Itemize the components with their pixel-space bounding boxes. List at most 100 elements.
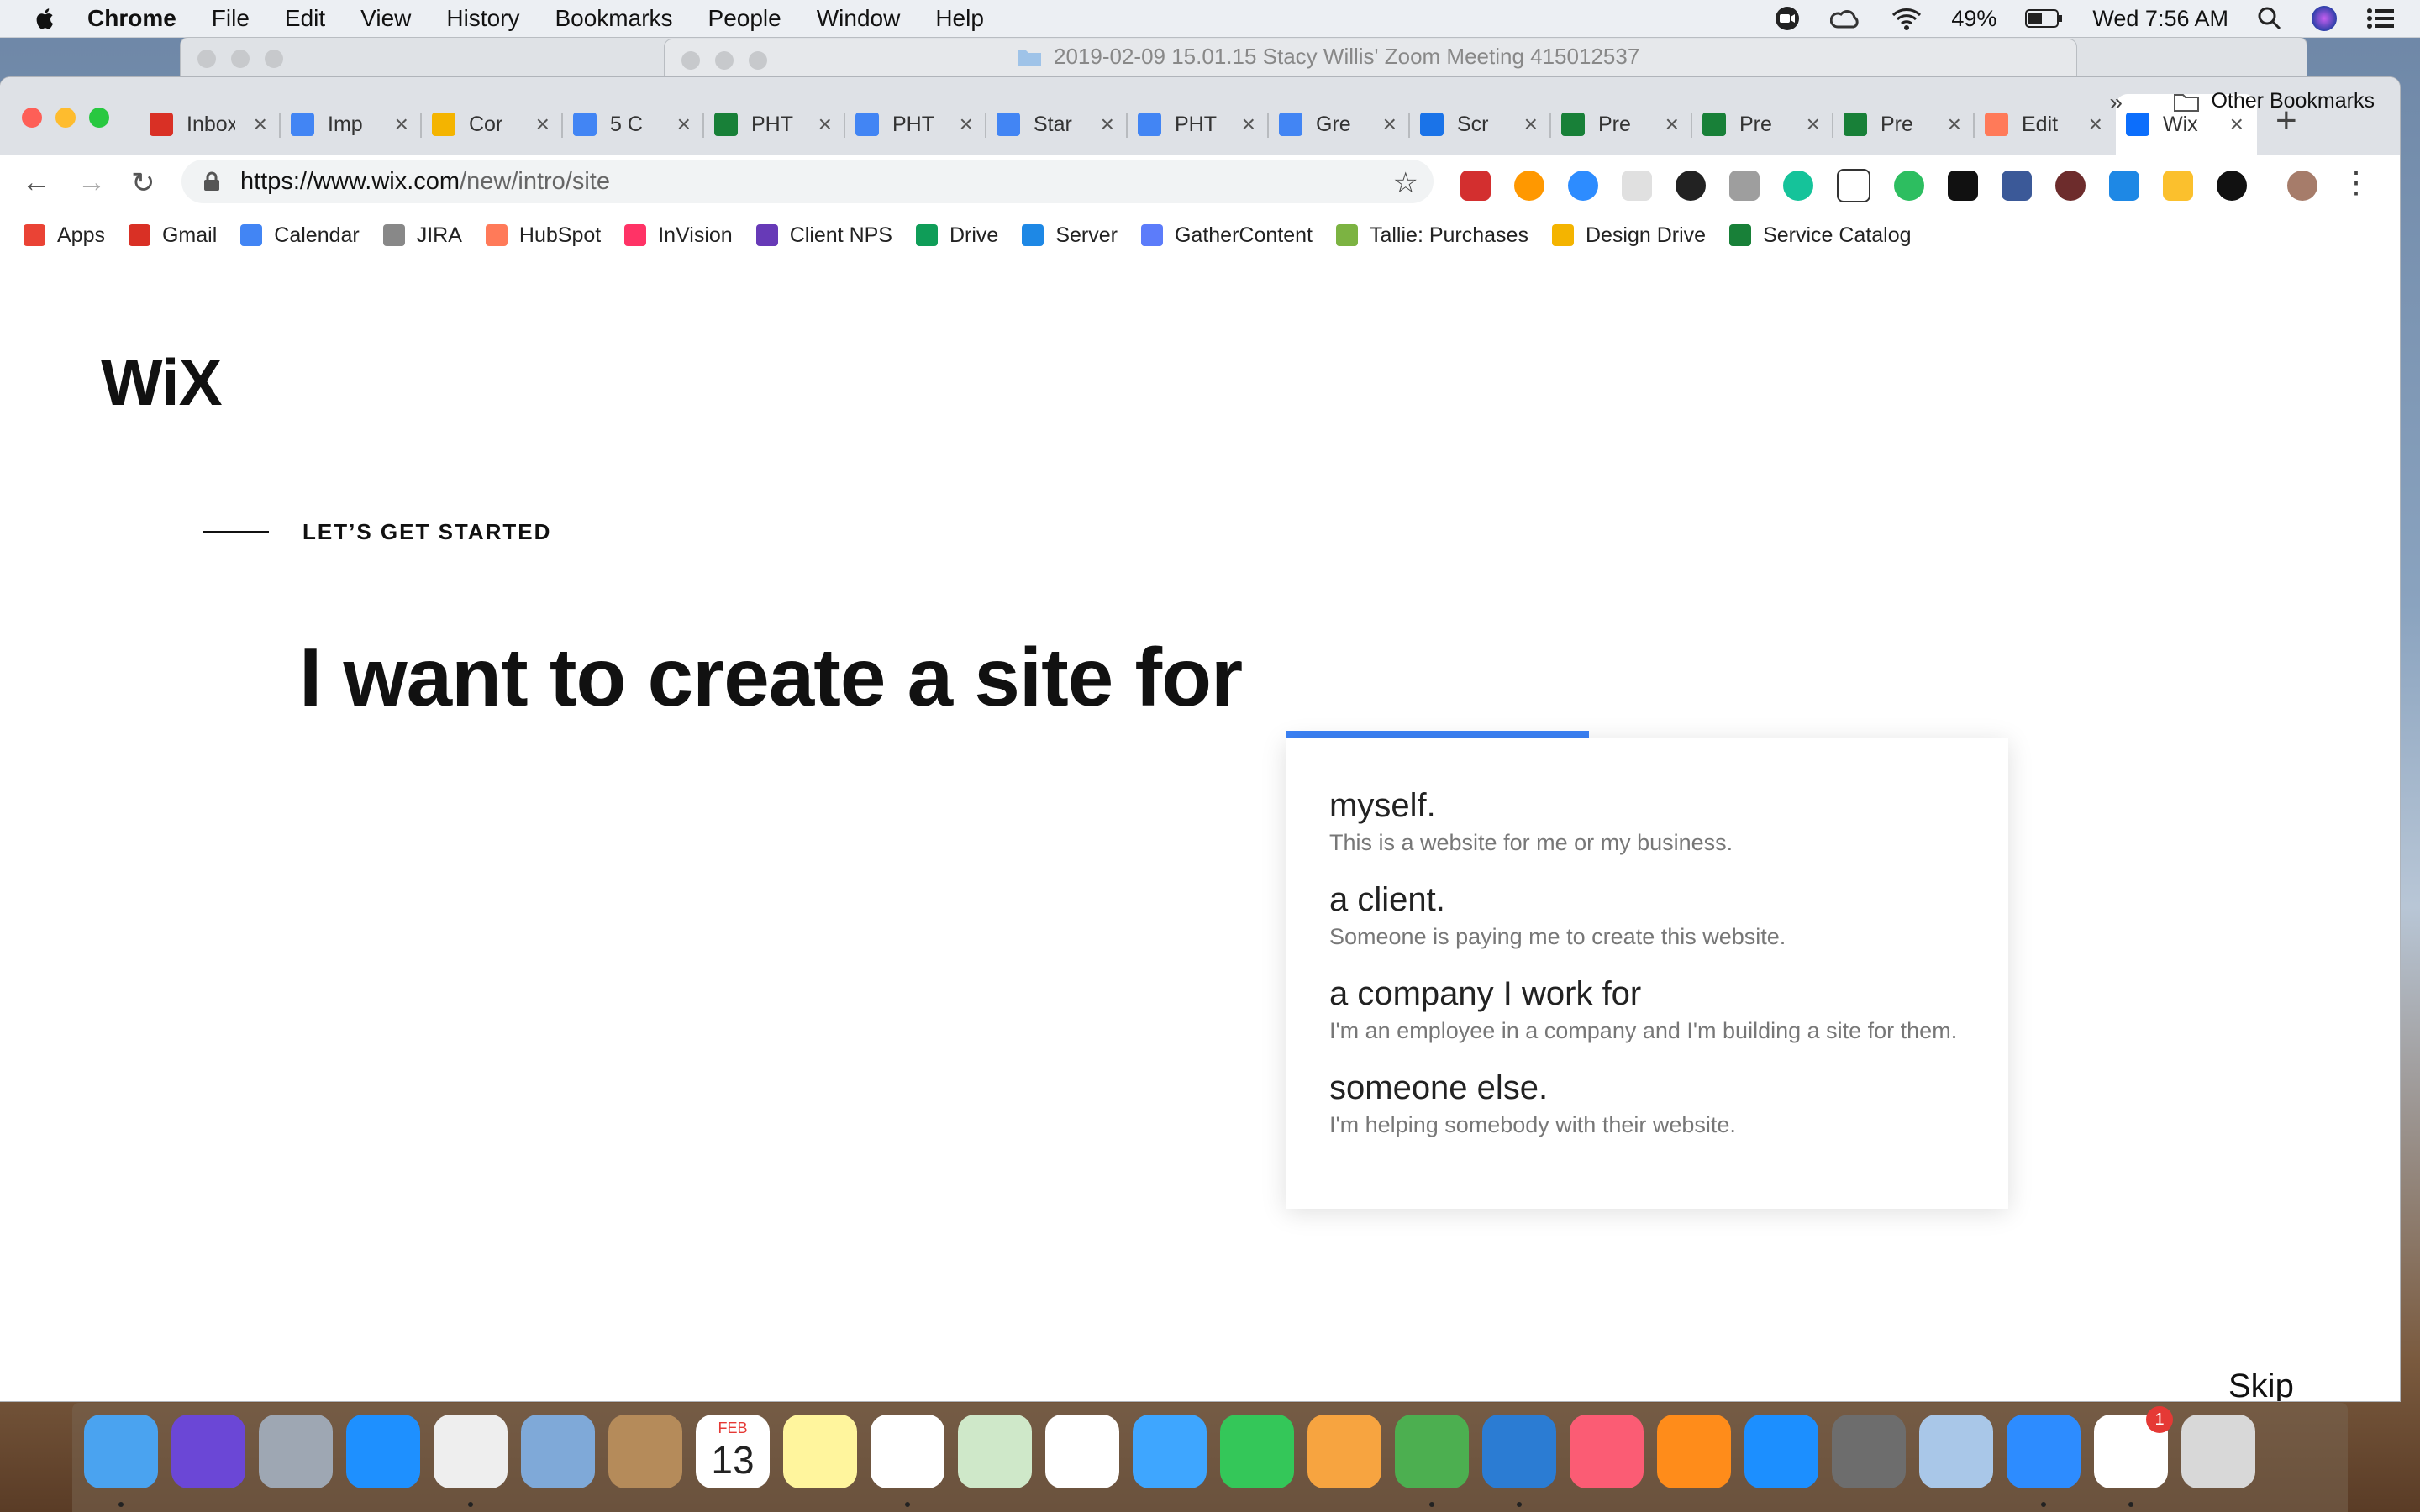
appstore-icon[interactable]: [1744, 1415, 1818, 1488]
option-someone-else[interactable]: someone else. I'm helping somebody with …: [1329, 1069, 1736, 1138]
extension-icon[interactable]: [1460, 171, 1491, 201]
zoom-status-icon[interactable]: [1773, 6, 1802, 31]
menu-app-name[interactable]: Chrome: [87, 5, 176, 32]
close-tab-icon[interactable]: ×: [1524, 113, 1538, 136]
mail-icon[interactable]: [521, 1415, 595, 1488]
close-tab-icon[interactable]: ×: [1383, 113, 1397, 136]
menu-window[interactable]: Window: [817, 5, 901, 32]
browser-tab[interactable]: Imp ×: [281, 94, 422, 155]
grammarly-icon[interactable]: [1783, 171, 1813, 201]
clock[interactable]: Wed 7:56 AM: [2092, 6, 2228, 32]
menu-history[interactable]: History: [446, 5, 519, 32]
browser-tab[interactable]: Scr ×: [1410, 94, 1551, 155]
browser-tab[interactable]: Pre ×: [1692, 94, 1833, 155]
close-tab-icon[interactable]: ×: [1101, 113, 1114, 136]
bookmark-item[interactable]: Tallie: Purchases: [1335, 223, 1528, 248]
reminders-icon[interactable]: [871, 1415, 944, 1488]
extension-icon[interactable]: [2217, 171, 2247, 201]
close-tab-icon[interactable]: ×: [395, 113, 408, 136]
facetime-icon[interactable]: [1220, 1415, 1294, 1488]
photos-icon[interactable]: [1045, 1415, 1119, 1488]
option-client[interactable]: a client. Someone is paying me to create…: [1329, 881, 1786, 950]
chrome-menu-icon[interactable]: ⋮: [2341, 165, 2371, 200]
bookmark-item[interactable]: InVision: [624, 223, 733, 248]
menu-people[interactable]: People: [708, 5, 781, 32]
close-tab-icon[interactable]: ×: [254, 113, 267, 136]
battery-icon[interactable]: [2025, 8, 2064, 29]
close-tab-icon[interactable]: ×: [960, 113, 973, 136]
browser-tab[interactable]: Cor ×: [422, 94, 563, 155]
bookmark-star-icon[interactable]: ☆: [1393, 166, 1418, 200]
menu-file[interactable]: File: [212, 5, 250, 32]
close-tab-icon[interactable]: ×: [677, 113, 691, 136]
extension-icon[interactable]: [1514, 171, 1544, 201]
skip-link[interactable]: Skip: [2228, 1368, 2294, 1401]
menu-edit[interactable]: Edit: [285, 5, 325, 32]
close-tab-icon[interactable]: ×: [1242, 113, 1255, 136]
close-tab-icon[interactable]: ×: [1665, 113, 1679, 136]
wix-logo[interactable]: WiX: [101, 344, 223, 421]
close-tab-icon[interactable]: ×: [2089, 113, 2102, 136]
extension-icon[interactable]: [1729, 171, 1760, 201]
siri-icon[interactable]: [171, 1415, 245, 1488]
profile-avatar[interactable]: [2287, 171, 2317, 201]
forward-arrow-icon[interactable]: →: [77, 166, 106, 199]
keynote-icon[interactable]: [1482, 1415, 1556, 1488]
bookmark-item[interactable]: GatherContent: [1140, 223, 1313, 248]
bookmark-item[interactable]: Client NPS: [755, 223, 892, 248]
option-myself[interactable]: myself. This is a website for me or my b…: [1329, 787, 1733, 856]
slack-icon[interactable]: 1: [2094, 1406, 2173, 1488]
books-icon[interactable]: [1657, 1415, 1731, 1488]
messages-icon[interactable]: [1133, 1415, 1207, 1488]
browser-tab[interactable]: PHT ×: [704, 94, 845, 155]
evernote-icon[interactable]: [1894, 171, 1924, 201]
siri-menubar-icon[interactable]: [2311, 5, 2338, 32]
close-tab-icon[interactable]: ×: [536, 113, 550, 136]
browser-tab[interactable]: PHT ×: [845, 94, 986, 155]
close-window-button[interactable]: [22, 108, 42, 128]
menu-view[interactable]: View: [360, 5, 411, 32]
address-bar[interactable]: https://www.wix.com/new/intro/site ☆: [182, 160, 1434, 203]
bookmark-item[interactable]: Apps: [24, 223, 105, 248]
bookmark-item[interactable]: Gmail: [128, 223, 217, 248]
extension-icon[interactable]: [1676, 171, 1706, 201]
reload-icon[interactable]: ↻: [131, 166, 155, 200]
bookmark-item[interactable]: Server: [1022, 223, 1118, 248]
whatfont-icon[interactable]: [1837, 169, 1870, 202]
eyedropper-icon[interactable]: [2109, 171, 2139, 201]
back-arrow-icon[interactable]: ←: [22, 166, 50, 199]
itunes-icon[interactable]: [1570, 1415, 1644, 1488]
trash-icon[interactable]: [2181, 1415, 2255, 1488]
preview-icon[interactable]: [1919, 1415, 1993, 1488]
extension-icon[interactable]: [2055, 171, 2086, 201]
zoom-icon[interactable]: [2007, 1415, 2081, 1488]
bookmark-item[interactable]: Service Catalog: [1729, 223, 1912, 248]
apple-icon[interactable]: [34, 5, 57, 32]
contacts-icon[interactable]: [608, 1415, 682, 1488]
finder-icon[interactable]: [84, 1415, 158, 1488]
preferences-icon[interactable]: [1832, 1415, 1906, 1488]
minimize-window-button[interactable]: [55, 108, 76, 128]
menu-bookmarks[interactable]: Bookmarks: [555, 5, 672, 32]
pages-icon[interactable]: [1307, 1415, 1381, 1488]
wifi-icon[interactable]: [1891, 6, 1923, 31]
browser-tab[interactable]: Pre ×: [1551, 94, 1692, 155]
bookmark-item[interactable]: Design Drive: [1551, 223, 1706, 248]
menu-help[interactable]: Help: [935, 5, 984, 32]
bookmark-item[interactable]: JIRA: [382, 223, 462, 248]
browser-tab[interactable]: Inbox ×: [139, 94, 281, 155]
extension-icon[interactable]: [2163, 171, 2193, 201]
browser-tab[interactable]: Star ×: [986, 94, 1128, 155]
bookmarks-overflow-icon[interactable]: »: [2109, 89, 2123, 116]
bookmark-item[interactable]: Calendar: [240, 223, 360, 248]
spotlight-search-icon[interactable]: [2257, 6, 2282, 31]
chrome-icon[interactable]: [434, 1415, 508, 1488]
calendar-icon[interactable]: FEB 13: [696, 1415, 770, 1488]
notes-icon[interactable]: [783, 1415, 857, 1488]
notification-center-icon[interactable]: [2366, 8, 2395, 29]
safari-icon[interactable]: [346, 1415, 420, 1488]
close-tab-icon[interactable]: ×: [818, 113, 832, 136]
lock-icon[interactable]: [203, 171, 220, 192]
close-tab-icon[interactable]: ×: [1948, 113, 1961, 136]
creative-cloud-icon[interactable]: [1830, 7, 1862, 30]
